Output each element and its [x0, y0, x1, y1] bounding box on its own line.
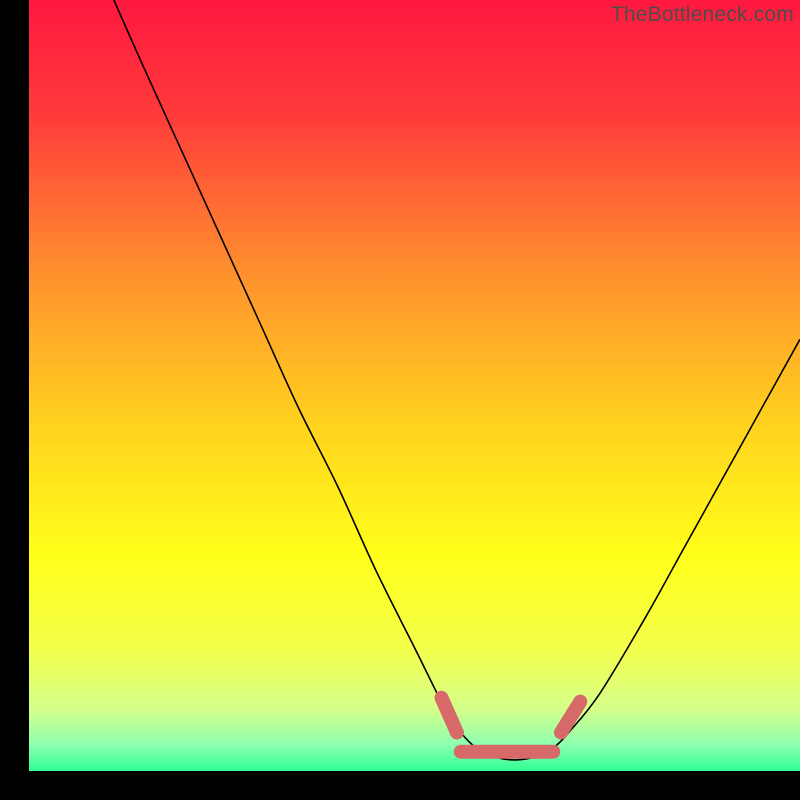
optimal-zone-left — [441, 698, 456, 733]
watermark: TheBottleneck.com — [611, 3, 794, 27]
optimal-zone-right — [561, 702, 580, 733]
curve-layer — [29, 0, 800, 771]
chart-frame: TheBottleneck.com — [0, 0, 800, 800]
bottleneck-curve — [114, 0, 800, 760]
plot-area — [29, 0, 800, 771]
